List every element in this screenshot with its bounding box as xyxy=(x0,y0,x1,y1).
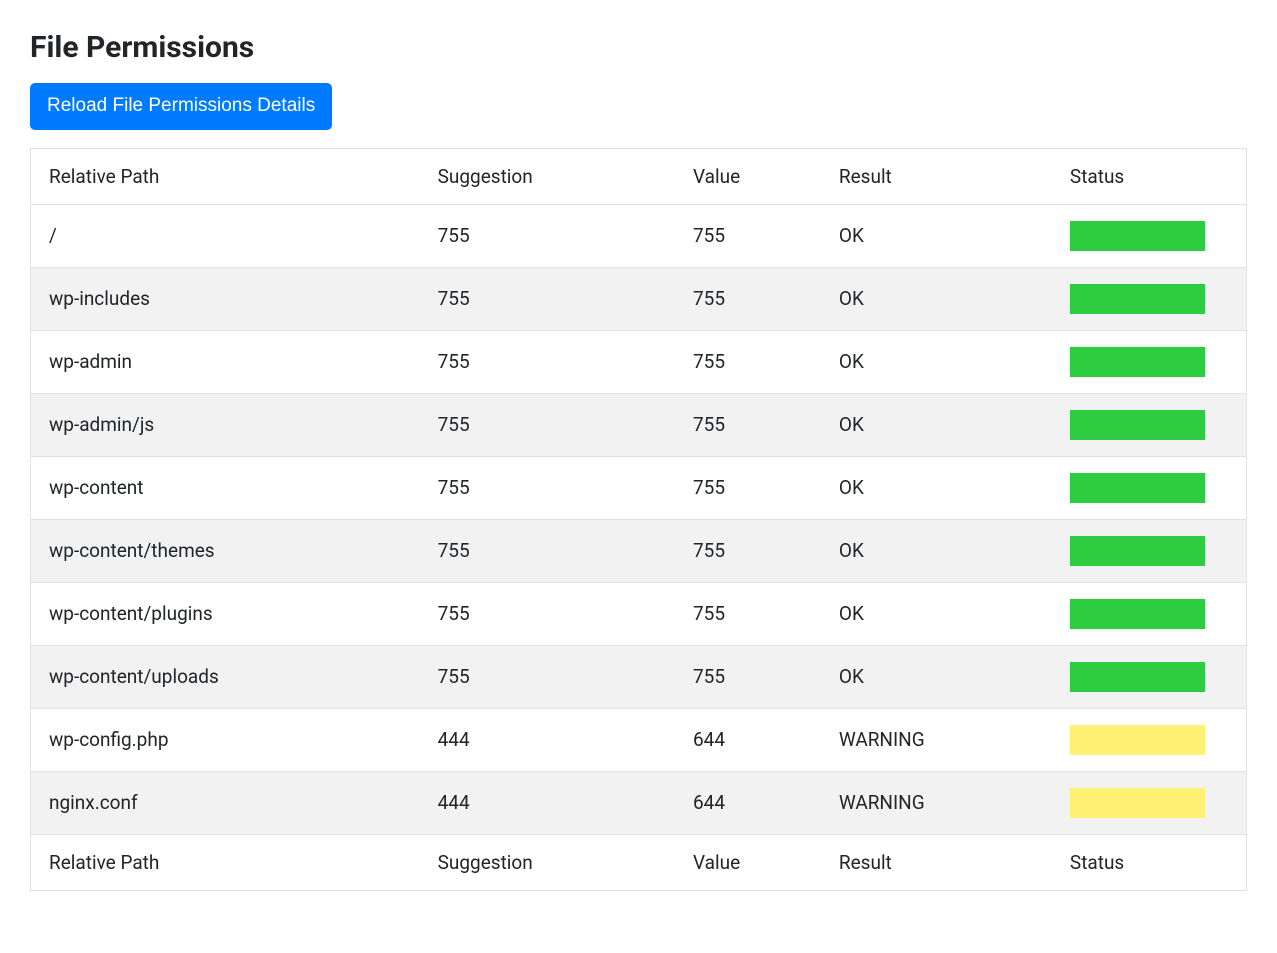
cell-status xyxy=(1052,204,1247,267)
cell-result: OK xyxy=(821,330,1052,393)
cell-relative-path: wp-content/plugins xyxy=(31,582,420,645)
cell-relative-path: nginx.conf xyxy=(31,771,420,834)
footer-status: Status xyxy=(1052,834,1247,890)
cell-result: WARNING xyxy=(821,771,1052,834)
cell-result: OK xyxy=(821,267,1052,330)
table-row: wp-content/plugins755755OK xyxy=(31,582,1247,645)
cell-suggestion: 444 xyxy=(420,771,675,834)
cell-status xyxy=(1052,267,1247,330)
table-row: wp-admin/js755755OK xyxy=(31,393,1247,456)
cell-result: OK xyxy=(821,456,1052,519)
file-permissions-table: Relative Path Suggestion Value Result St… xyxy=(30,148,1247,891)
cell-suggestion: 755 xyxy=(420,204,675,267)
cell-value: 755 xyxy=(675,267,821,330)
header-suggestion: Suggestion xyxy=(420,148,675,204)
cell-suggestion: 444 xyxy=(420,708,675,771)
cell-status xyxy=(1052,456,1247,519)
cell-result: OK xyxy=(821,393,1052,456)
cell-status xyxy=(1052,645,1247,708)
status-indicator-warning xyxy=(1070,725,1205,755)
table-row: wp-content/themes755755OK xyxy=(31,519,1247,582)
status-indicator-ok xyxy=(1070,473,1205,503)
cell-value: 755 xyxy=(675,204,821,267)
table-row: wp-content755755OK xyxy=(31,456,1247,519)
cell-result: OK xyxy=(821,582,1052,645)
cell-relative-path: wp-content xyxy=(31,456,420,519)
cell-suggestion: 755 xyxy=(420,393,675,456)
cell-value: 755 xyxy=(675,519,821,582)
cell-result: OK xyxy=(821,645,1052,708)
cell-result: OK xyxy=(821,519,1052,582)
cell-relative-path: wp-admin/js xyxy=(31,393,420,456)
cell-relative-path: wp-includes xyxy=(31,267,420,330)
status-indicator-ok xyxy=(1070,347,1205,377)
cell-suggestion: 755 xyxy=(420,519,675,582)
cell-result: OK xyxy=(821,204,1052,267)
cell-result: WARNING xyxy=(821,708,1052,771)
header-status: Status xyxy=(1052,148,1247,204)
cell-status xyxy=(1052,708,1247,771)
cell-suggestion: 755 xyxy=(420,456,675,519)
cell-value: 755 xyxy=(675,393,821,456)
footer-suggestion: Suggestion xyxy=(420,834,675,890)
cell-value: 755 xyxy=(675,645,821,708)
footer-result: Result xyxy=(821,834,1052,890)
header-value: Value xyxy=(675,148,821,204)
cell-suggestion: 755 xyxy=(420,330,675,393)
status-indicator-ok xyxy=(1070,536,1205,566)
footer-value: Value xyxy=(675,834,821,890)
cell-relative-path: wp-content/uploads xyxy=(31,645,420,708)
footer-relative-path: Relative Path xyxy=(31,834,420,890)
status-indicator-ok xyxy=(1070,662,1205,692)
table-row: wp-admin755755OK xyxy=(31,330,1247,393)
cell-value: 644 xyxy=(675,708,821,771)
cell-value: 644 xyxy=(675,771,821,834)
cell-relative-path: wp-admin xyxy=(31,330,420,393)
cell-status xyxy=(1052,393,1247,456)
cell-suggestion: 755 xyxy=(420,645,675,708)
status-indicator-warning xyxy=(1070,788,1205,818)
status-indicator-ok xyxy=(1070,284,1205,314)
cell-relative-path: wp-config.php xyxy=(31,708,420,771)
cell-suggestion: 755 xyxy=(420,582,675,645)
header-relative-path: Relative Path xyxy=(31,148,420,204)
page-title: File Permissions xyxy=(30,30,1247,65)
header-result: Result xyxy=(821,148,1052,204)
table-row: nginx.conf444644WARNING xyxy=(31,771,1247,834)
table-row: /755755OK xyxy=(31,204,1247,267)
cell-status xyxy=(1052,519,1247,582)
cell-status xyxy=(1052,582,1247,645)
table-row: wp-content/uploads755755OK xyxy=(31,645,1247,708)
reload-button[interactable]: Reload File Permissions Details xyxy=(30,83,332,130)
cell-value: 755 xyxy=(675,330,821,393)
cell-status xyxy=(1052,330,1247,393)
status-indicator-ok xyxy=(1070,410,1205,440)
cell-relative-path: / xyxy=(31,204,420,267)
cell-status xyxy=(1052,771,1247,834)
cell-suggestion: 755 xyxy=(420,267,675,330)
cell-value: 755 xyxy=(675,582,821,645)
cell-value: 755 xyxy=(675,456,821,519)
status-indicator-ok xyxy=(1070,221,1205,251)
table-row: wp-includes755755OK xyxy=(31,267,1247,330)
cell-relative-path: wp-content/themes xyxy=(31,519,420,582)
status-indicator-ok xyxy=(1070,599,1205,629)
table-row: wp-config.php444644WARNING xyxy=(31,708,1247,771)
